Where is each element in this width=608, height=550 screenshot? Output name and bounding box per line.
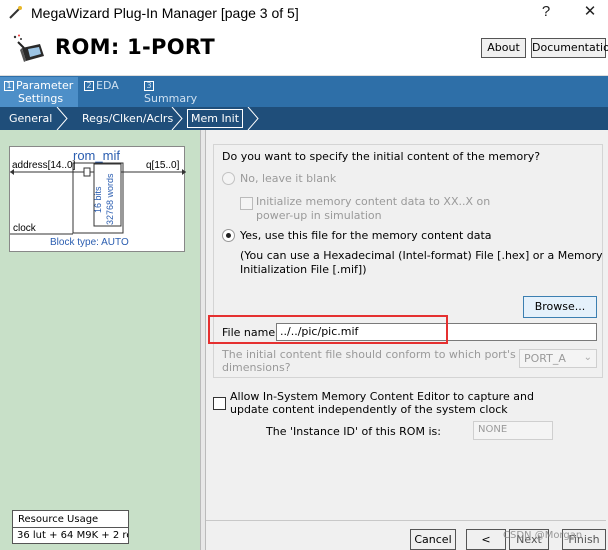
close-button[interactable]: ✕ — [575, 2, 605, 22]
breadcrumb-regs-clken-aclrs[interactable]: Regs/Clken/Aclrs — [82, 107, 173, 130]
page-title: ROM: 1-PORT — [55, 35, 216, 59]
port-question-line2: dimensions? — [222, 361, 291, 374]
browse-button[interactable]: Browse... — [523, 296, 597, 318]
option-yes-radio[interactable] — [222, 229, 235, 242]
breadcrumb-chevron-icon — [171, 107, 183, 130]
init-xx-checkbox[interactable] — [240, 197, 253, 210]
port-question-line1: The initial content file should conform … — [222, 348, 516, 361]
wizard-tabs: 1 Parameter Settings 2 EDA 3Summary — [0, 76, 608, 107]
tab-number: 1 — [4, 81, 14, 91]
clock-port-label: clock — [13, 223, 36, 234]
option-yes-label: Yes, use this file for the memory conten… — [240, 229, 492, 242]
tab-label: EDA — [96, 79, 119, 92]
wand-icon — [7, 5, 23, 21]
file-type-hint-line1: (You can use a Hexadecimal (Intel-format… — [240, 249, 603, 262]
tab-label: Parameter — [16, 79, 74, 92]
file-type-hint-line2: Initialization File [.mif]) — [240, 263, 367, 276]
breadcrumb-chevron-icon — [247, 107, 259, 130]
tab-number: 2 — [84, 81, 94, 91]
instance-id-field[interactable]: NONE — [473, 421, 553, 440]
instance-id-label: The 'Instance ID' of this ROM is: — [266, 425, 441, 438]
allow-editor-label-line2: update content independently of the syst… — [230, 403, 508, 416]
chevron-down-icon: ⌄ — [583, 352, 592, 363]
about-button[interactable]: About — [481, 38, 526, 58]
tab-label-line2: Settings — [18, 92, 64, 105]
port-select[interactable]: PORT_A ⌄ — [519, 349, 597, 368]
help-button[interactable]: ? — [531, 2, 561, 22]
bits-label: 16 bits — [93, 186, 103, 213]
allow-editor-checkbox[interactable] — [213, 397, 226, 410]
resource-usage-value: 36 lut + 64 M9K + 2 reg — [17, 530, 128, 541]
highlight-annotation — [208, 315, 448, 344]
option-no-radio[interactable] — [222, 172, 235, 185]
tab-label: Summary — [144, 92, 198, 105]
breadcrumb: General Regs/Clken/Aclrs Mem Init — [0, 107, 608, 130]
option-no-label: No, leave it blank — [240, 172, 337, 185]
address-port-label: address[14..0] — [12, 160, 76, 171]
port-select-value: PORT_A — [524, 352, 566, 365]
words-label: 32768 words — [105, 173, 115, 225]
title-bar: MegaWizard Plug-In Manager [page 3 of 5]… — [0, 0, 608, 26]
breadcrumb-general[interactable]: General — [9, 107, 52, 130]
cancel-button[interactable]: Cancel — [410, 529, 456, 550]
wizard-header: ROM: 1-PORT About Documentation — [0, 26, 608, 76]
watermark: CSDN @Morgan — [503, 530, 583, 541]
breadcrumb-mem-init[interactable]: Mem Init — [187, 109, 243, 128]
breadcrumb-chevron-icon — [56, 107, 68, 130]
footer-divider — [206, 520, 606, 521]
init-xx-label-line1: Initialize memory content data to XX..X … — [256, 195, 491, 208]
init-xx-label-line2: power-up in simulation — [256, 209, 382, 222]
tab-number: 3 — [144, 81, 154, 91]
documentation-button[interactable]: Documentation — [531, 38, 608, 58]
block-symbol: rom_mif address[14..0] q[15..0] clock 16… — [9, 146, 186, 252]
resource-usage: Resource Usage 36 lut + 64 M9K + 2 reg — [12, 510, 129, 544]
back-button[interactable]: < Back — [466, 529, 506, 550]
megafunction-chip-icon — [12, 34, 46, 66]
tab-summary[interactable]: 3Summary — [140, 77, 210, 107]
block-type-label: Block type: AUTO — [50, 237, 129, 248]
tab-parameter-settings[interactable]: 1 Parameter Settings — [0, 77, 78, 107]
tab-eda[interactable]: 2 EDA — [80, 77, 136, 107]
q-port-label: q[15..0] — [146, 160, 180, 171]
window-title: MegaWizard Plug-In Manager [page 3 of 5] — [31, 5, 299, 21]
allow-editor-label-line1: Allow In-System Memory Content Editor to… — [230, 390, 534, 403]
mem-init-question: Do you want to specify the initial conte… — [222, 150, 541, 163]
resource-usage-title: Resource Usage — [13, 511, 128, 528]
